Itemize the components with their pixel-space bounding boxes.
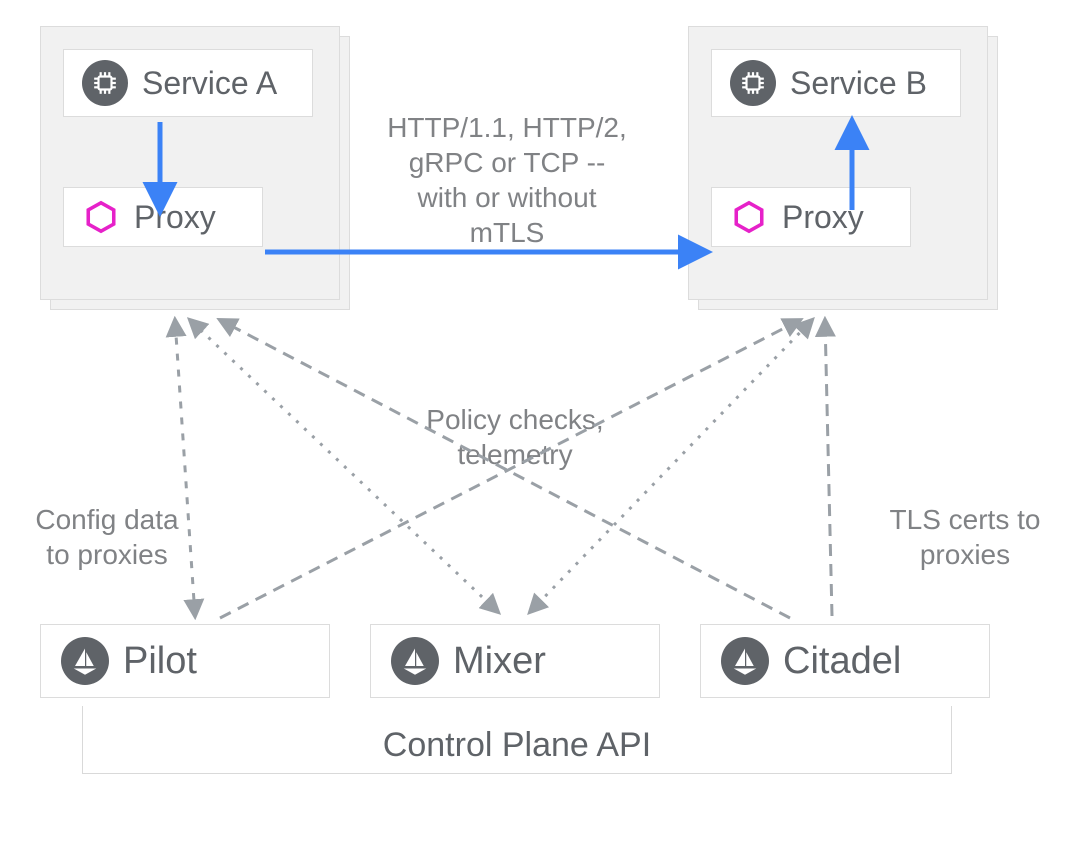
control-plane-api-label: Control Plane API: [383, 726, 651, 765]
service-a-label: Service A: [142, 67, 277, 99]
hexagon-svg: [84, 200, 118, 234]
hexagon-svg: [732, 200, 766, 234]
component-mixer: Mixer: [370, 624, 660, 698]
pod-service-b: Service B Proxy: [688, 26, 988, 300]
proxy-a-label: Proxy: [134, 201, 216, 233]
node-proxy-b: Proxy: [711, 187, 911, 247]
mixer-label: Mixer: [453, 640, 546, 683]
pilot-label: Pilot: [123, 640, 197, 683]
diagram-canvas: Service A Proxy: [0, 0, 1080, 845]
chip-svg: [740, 70, 766, 96]
sail-icon: [391, 637, 439, 685]
hexagon-icon: [730, 198, 768, 236]
sail-icon: [721, 637, 769, 685]
node-service-b: Service B: [711, 49, 961, 117]
hexagon-icon: [82, 198, 120, 236]
sail-svg: [730, 646, 760, 676]
citadel-label: Citadel: [783, 640, 901, 683]
sail-svg: [70, 646, 100, 676]
sail-svg: [400, 646, 430, 676]
annotation-certs: TLS certs toproxies: [870, 502, 1060, 572]
sail-icon: [61, 637, 109, 685]
component-pilot: Pilot: [40, 624, 330, 698]
arrow-citadel-to-proxy-b: [825, 320, 832, 616]
annotation-protocol: HTTP/1.1, HTTP/2,gRPC or TCP --with or w…: [362, 110, 652, 250]
chip-svg: [92, 70, 118, 96]
proxy-b-label: Proxy: [782, 201, 864, 233]
annotation-policy: Policy checks,telemetry: [400, 402, 630, 472]
chip-icon: [82, 60, 128, 106]
pod-service-a: Service A Proxy: [40, 26, 340, 300]
annotation-config: Config datato proxies: [12, 502, 202, 572]
component-citadel: Citadel: [700, 624, 990, 698]
control-plane-api-box: Control Plane API: [82, 706, 952, 774]
node-proxy-a: Proxy: [63, 187, 263, 247]
node-service-a: Service A: [63, 49, 313, 117]
service-b-label: Service B: [790, 67, 927, 99]
chip-icon: [730, 60, 776, 106]
